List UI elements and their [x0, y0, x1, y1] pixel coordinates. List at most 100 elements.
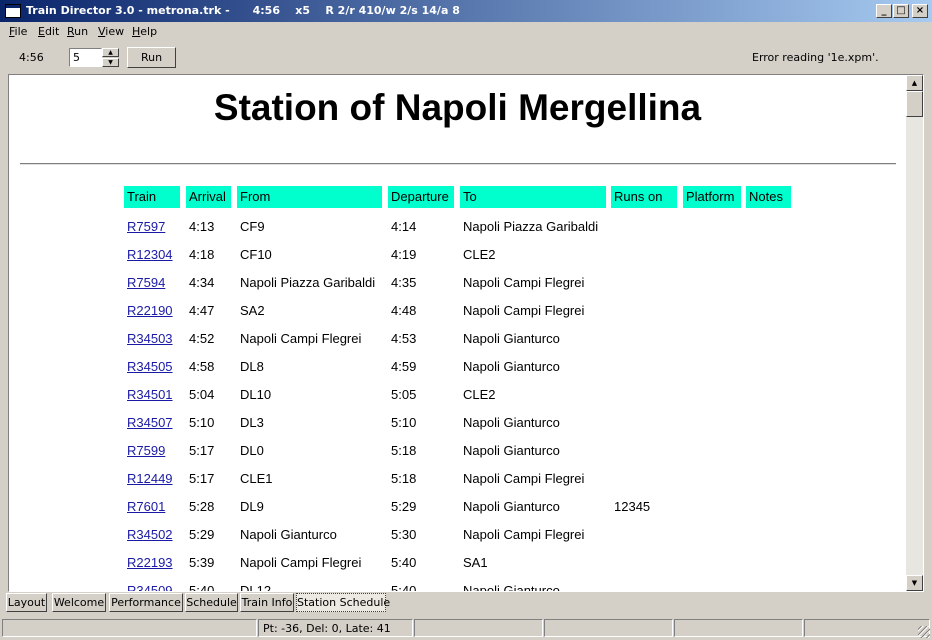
page-title: Station of Napoli Mergellina: [213, 87, 702, 128]
resize-grip-icon[interactable]: [918, 626, 930, 638]
menu-view[interactable]: View: [98, 25, 124, 38]
tab-layout[interactable]: Layout: [6, 593, 47, 612]
arrival-cell: 5:04: [189, 387, 215, 402]
train-link[interactable]: R12449: [127, 471, 173, 486]
arrival-cell: 4:58: [189, 359, 215, 374]
from-cell: DL0: [240, 443, 264, 458]
departure-cell: 5:05: [391, 387, 417, 402]
speed-spinner: ▲ ▼: [102, 48, 119, 67]
maximize-button[interactable]: □: [893, 4, 909, 18]
scroll-up-icon[interactable]: ▲: [906, 75, 923, 91]
status-panel-5: [674, 619, 803, 637]
tab-welcome[interactable]: Welcome: [52, 593, 106, 612]
runs-on-cell: 12345: [614, 499, 651, 514]
app-icon[interactable]: [5, 4, 21, 18]
to-cell: Napoli Gianturco: [463, 499, 560, 514]
scroll-down-icon[interactable]: ▼: [906, 575, 923, 591]
from-cell: SA2: [240, 303, 265, 318]
minimize-button[interactable]: _: [876, 4, 892, 18]
from-cell: Napoli Gianturco: [240, 527, 337, 542]
table-row: R7594 4:34 Napoli Piazza Garibaldi 4:35 Napo…: [9, 269, 906, 297]
arrival-cell: 5:39: [189, 555, 215, 570]
status-panel-4: [544, 619, 673, 637]
train-link[interactable]: R34501: [127, 387, 173, 402]
to-cell: Napoli Piazza Garibaldi: [463, 219, 599, 234]
tab-schedule[interactable]: Schedule: [185, 593, 238, 612]
departure-cell: 5:29: [391, 499, 417, 514]
to-cell: CLE2: [463, 387, 496, 402]
train-link[interactable]: R7599: [127, 443, 165, 458]
menu-help[interactable]: Help: [132, 25, 157, 38]
header-arrival: Arrival: [186, 186, 231, 208]
train-link[interactable]: R7597: [127, 219, 165, 234]
speed-input[interactable]: 5: [69, 48, 102, 67]
header-platform: Platform: [683, 186, 741, 208]
table-row: R34501 5:04 DL10 5:05 CLE2: [9, 381, 906, 409]
menu-run[interactable]: Run: [67, 25, 88, 38]
departure-cell: 4:59: [391, 359, 417, 374]
arrival-cell: 5:17: [189, 471, 215, 486]
train-link[interactable]: R22190: [127, 303, 173, 318]
clock-label: 4:56: [19, 51, 44, 64]
departure-cell: 4:35: [391, 275, 417, 290]
menu-edit[interactable]: Edit: [38, 25, 59, 38]
toolbar: 4:56 5 ▲ ▼ Run Error reading '1e.xpm'.: [0, 42, 932, 72]
arrival-cell: 4:47: [189, 303, 215, 318]
status-bar: Pt: -36, Del: 0, Late: 41: [0, 617, 932, 640]
to-cell: SA1: [463, 555, 488, 570]
status-panel-3: [414, 619, 543, 637]
menu-file[interactable]: File: [9, 25, 27, 38]
train-link[interactable]: R12304: [127, 247, 173, 262]
train-link[interactable]: R34503: [127, 331, 173, 346]
to-cell: Napoli Campi Flegrei: [463, 527, 585, 542]
from-cell: Napoli Campi Flegrei: [240, 331, 362, 346]
header-runs-on: Runs on: [611, 186, 677, 208]
departure-cell: 5:40: [391, 583, 417, 591]
arrival-cell: 4:52: [189, 331, 215, 346]
arrival-cell: 5:28: [189, 499, 215, 514]
status-panel-1: [2, 619, 257, 637]
train-link[interactable]: R34505: [127, 359, 173, 374]
run-button[interactable]: Run: [127, 47, 176, 68]
station-schedule-page: Station of Napoli Mergellina Train Arriv…: [9, 75, 906, 591]
from-cell: DL12: [240, 583, 272, 591]
vertical-scrollbar[interactable]: ▲ ▼: [906, 75, 923, 591]
spin-up-icon[interactable]: ▲: [102, 48, 119, 57]
tab-station-schedule[interactable]: Station Schedule: [296, 593, 390, 612]
train-link[interactable]: R34507: [127, 415, 173, 430]
train-link[interactable]: R34509: [127, 583, 173, 591]
tab-performance[interactable]: Performance: [109, 593, 183, 612]
arrival-cell: 5:10: [189, 415, 215, 430]
departure-cell: 5:18: [391, 443, 417, 458]
train-link[interactable]: R7601: [127, 499, 165, 514]
table-row: R22190 4:47 SA2 4:48 Napoli Campi Flegrei: [9, 297, 906, 325]
train-link[interactable]: R34502: [127, 527, 173, 542]
from-cell: Napoli Piazza Garibaldi: [240, 275, 376, 290]
from-cell: CF10: [240, 247, 272, 262]
table-row: R34507 5:10 DL3 5:10 Napoli Gianturco: [9, 409, 906, 437]
status-panel-6: [804, 619, 930, 637]
table-row: R34505 4:58 DL8 4:59 Napoli Gianturco: [9, 353, 906, 381]
table-row: R34509 5:40 DL12 5:40 Napoli Gianturco: [9, 577, 906, 591]
content-frame: Station of Napoli Mergellina Train Arriv…: [8, 74, 924, 592]
close-button[interactable]: ×: [912, 4, 928, 18]
departure-cell: 4:48: [391, 303, 417, 318]
departure-cell: 5:10: [391, 415, 417, 430]
departure-cell: 4:53: [391, 331, 417, 346]
table-row: R7601 5:28 DL9 5:29 Napoli Gianturco 12345: [9, 493, 906, 521]
arrival-cell: 5:17: [189, 443, 215, 458]
scroll-thumb[interactable]: [906, 91, 923, 117]
tab-train-info[interactable]: Train Info: [240, 593, 294, 612]
header-departure: Departure: [388, 186, 454, 208]
to-cell: Napoli Gianturco: [463, 331, 560, 346]
from-cell: DL9: [240, 499, 264, 514]
train-link[interactable]: R22193: [127, 555, 173, 570]
header-notes: Notes: [746, 186, 791, 208]
window-title: Train Director 3.0 - metrona.trk - 4:56 …: [26, 4, 460, 17]
to-cell: Napoli Gianturco: [463, 443, 560, 458]
spin-down-icon[interactable]: ▼: [102, 58, 119, 67]
window-titlebar[interactable]: Train Director 3.0 - metrona.trk - 4:56 …: [0, 0, 932, 22]
table-row: R7599 5:17 DL0 5:18 Napoli Gianturco: [9, 437, 906, 465]
train-link[interactable]: R7594: [127, 275, 165, 290]
to-cell: Napoli Gianturco: [463, 359, 560, 374]
